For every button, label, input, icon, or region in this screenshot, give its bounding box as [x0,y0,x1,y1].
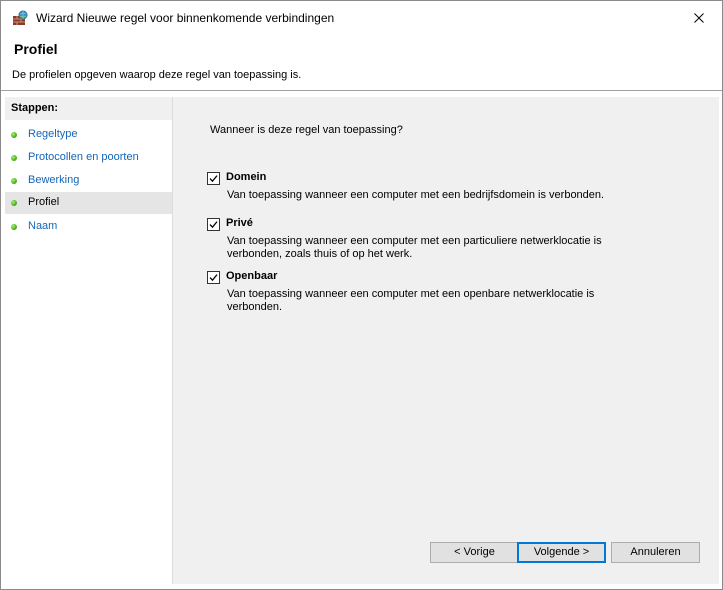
back-button[interactable]: < Vorige [430,542,519,563]
step-label: Naam [28,220,58,232]
close-icon [694,13,704,23]
domein-description: Van toepassing wanneer een computer met … [227,189,605,201]
green-dot-icon [11,132,17,138]
step-naam[interactable]: Naam [5,216,172,238]
green-dot-icon [11,155,17,161]
header-separator [1,90,722,91]
step-label: Bewerking [28,174,80,186]
wizard-header: Profiel De profielen opgeven waarop deze… [1,35,722,89]
pane-divider [172,97,173,584]
firewall-icon [13,10,28,25]
step-bewerking[interactable]: Bewerking [5,170,172,192]
wizard-window: Wizard Nieuwe regel voor binnenkomende v… [0,0,723,590]
green-dot-icon [11,200,17,206]
step-regeltype[interactable]: Regeltype [5,124,172,146]
close-button[interactable] [676,1,722,35]
step-profiel[interactable]: Profiel [5,192,172,214]
steps-heading-label: Stappen: [11,102,59,114]
prive-description: Van toepassing wanneer een computer met … [227,235,602,260]
openbaar-checkbox[interactable] [207,271,220,284]
step-label: Profiel [28,196,60,208]
domein-checkbox[interactable] [207,172,220,185]
steps-pane: Stappen: Regeltype Protocollen en poorte… [5,97,172,584]
openbaar-description: Van toepassing wanneer een computer met … [227,288,595,313]
wizard-body: Stappen: Regeltype Protocollen en poorte… [5,97,719,584]
title-bar[interactable]: Wizard Nieuwe regel voor binnenkomende v… [1,1,722,35]
step-label: Protocollen en poorten [28,151,139,163]
check-icon [209,221,218,229]
steps-heading: Stappen: [5,97,172,120]
openbaar-label[interactable]: Openbaar [226,270,277,282]
prive-label[interactable]: Privé [226,217,253,229]
step-protocollen-en-poorten[interactable]: Protocollen en poorten [5,147,172,169]
step-label: Regeltype [28,128,78,140]
page-description: De profielen opgeven waarop deze regel v… [12,69,302,81]
green-dot-icon [11,178,17,184]
profile-question: Wanneer is deze regel van toepassing? [210,124,403,136]
green-dot-icon [11,224,17,230]
page-title: Profiel [14,41,58,57]
check-icon [209,175,218,183]
cancel-button[interactable]: Annuleren [611,542,700,563]
next-button[interactable]: Volgende > [517,542,606,563]
check-icon [209,274,218,282]
prive-checkbox[interactable] [207,218,220,231]
domein-label[interactable]: Domein [226,171,266,183]
window-title: Wizard Nieuwe regel voor binnenkomende v… [36,11,335,25]
